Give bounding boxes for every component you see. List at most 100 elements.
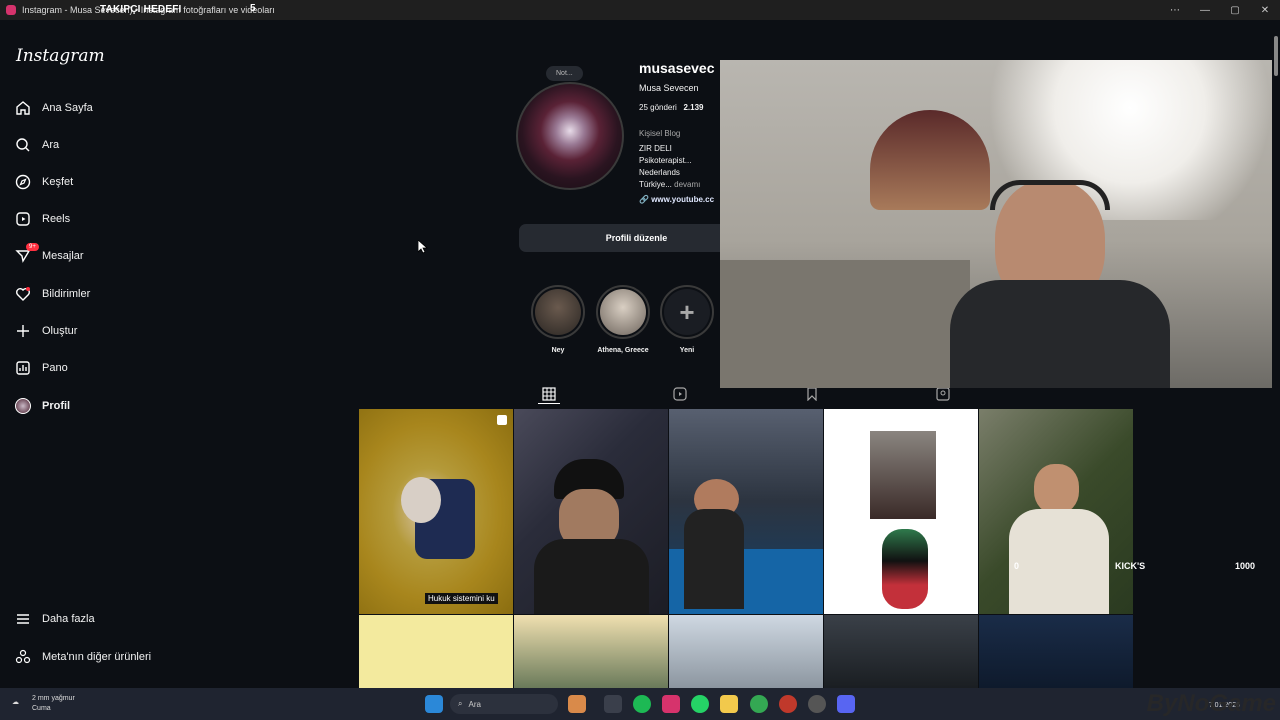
sidebar-item-explore[interactable]: Keşfet <box>14 170 73 194</box>
followers-count[interactable]: 2.139 <box>683 103 703 112</box>
post-face <box>1034 464 1079 514</box>
headphones <box>990 180 1110 210</box>
messenger-icon: 9+ <box>14 243 39 265</box>
more-icon[interactable]: ⋯ <box>1160 0 1190 20</box>
grid-post[interactable] <box>824 615 978 688</box>
sidebar-item-home[interactable]: Ana Sayfa <box>14 96 93 120</box>
profile-stats: 25 gönderi 2.139 <box>639 103 704 112</box>
watermark: ByNoGame <box>1146 690 1276 717</box>
tab-reels[interactable] <box>669 384 691 404</box>
search-icon: ⌕ <box>458 699 463 708</box>
page-scrollbar[interactable] <box>1272 20 1280 688</box>
sidebar-item-label: Bildirimler <box>42 288 91 300</box>
profile-note[interactable]: Not... <box>546 66 583 81</box>
grid-post[interactable] <box>669 615 823 688</box>
highlight-label: Ney <box>551 347 565 354</box>
grid-post[interactable] <box>824 409 978 614</box>
posts-count[interactable]: 25 gönderi <box>639 103 677 112</box>
reels-icon <box>673 387 687 401</box>
weather-line2: Cuma <box>32 705 51 712</box>
taskbar-search-label: Ara <box>468 699 481 709</box>
grid-post[interactable] <box>979 615 1133 688</box>
highlight-athena[interactable]: Athena, Greece <box>588 285 658 354</box>
sidebar-item-label: Meta'nın diğer ürünleri <box>42 651 152 663</box>
grid-post[interactable] <box>979 409 1133 614</box>
edit-profile-button[interactable]: Profili düzenle <box>519 224 754 252</box>
tagged-icon <box>936 387 950 401</box>
reels-icon <box>14 210 32 228</box>
tab-posts[interactable] <box>538 384 560 404</box>
plus-icon <box>14 322 32 340</box>
menu-icon <box>14 610 32 628</box>
mouse-cursor-icon <box>418 240 428 254</box>
dashboard-icon <box>14 359 32 377</box>
obs-icon[interactable] <box>808 695 826 713</box>
windows-start-icon[interactable] <box>425 695 443 713</box>
sidebar-item-more[interactable]: Daha fazla <box>14 607 95 631</box>
instagram-icon[interactable] <box>662 695 680 713</box>
desk <box>720 260 970 388</box>
sidebar-item-messages[interactable]: 9+ Mesajlar <box>14 243 84 268</box>
bookmark-icon <box>807 387 817 401</box>
profile-avatar[interactable] <box>516 82 624 190</box>
grid-post[interactable]: Hukuk sistemini ku <box>359 409 513 614</box>
profile-bio: ZIR DELI Psikoterapist... Nederlands Tür… <box>639 143 700 191</box>
post-caption: Hukuk sistemini ku <box>425 593 498 604</box>
overlay-left-value: 0 <box>1014 561 1020 571</box>
sidebar-item-profile[interactable]: Profil <box>14 394 70 418</box>
file-explorer-icon[interactable] <box>720 695 738 713</box>
highlight-ney[interactable]: Ney <box>523 285 593 354</box>
grid-post[interactable] <box>669 409 823 614</box>
minimize-icon[interactable]: — <box>1190 0 1220 20</box>
sidebar-item-meta[interactable]: Meta'nın diğer ürünleri <box>14 645 151 669</box>
bio-more-link[interactable]: devamı <box>674 180 700 189</box>
grid-post[interactable] <box>514 409 668 614</box>
highlight-label: Athena, Greece <box>597 347 649 354</box>
close-icon[interactable]: ✕ <box>1250 0 1280 20</box>
avatar-icon <box>14 397 32 415</box>
whatsapp-icon[interactable] <box>691 695 709 713</box>
bio-line: Psikoterapist... <box>639 156 692 165</box>
instagram-tab-icon <box>6 5 16 15</box>
bio-line: Türkiye... <box>639 180 672 189</box>
profile-username: musasevec <box>639 60 715 76</box>
app-icon[interactable] <box>568 695 586 713</box>
spotify-icon[interactable] <box>633 695 651 713</box>
highlight-ring: + <box>660 285 714 339</box>
highlight-cover <box>535 289 581 335</box>
sidebar-item-search[interactable]: Ara <box>14 133 59 157</box>
weather-line1: 2 mm yağmur <box>32 695 75 702</box>
profile-link[interactable]: 🔗 www.youtube.cc <box>639 195 714 204</box>
weather-widget[interactable]: ☁ 2 mm yağmur Cuma <box>12 694 75 714</box>
highlight-new[interactable]: + Yeni <box>652 285 722 354</box>
maximize-icon[interactable]: ▢ <box>1220 0 1250 20</box>
post-body <box>684 509 744 609</box>
chrome-icon[interactable] <box>750 695 768 713</box>
highlight-ring <box>531 285 585 339</box>
plus-icon: + <box>664 289 710 335</box>
sidebar-item-reels[interactable]: Reels <box>14 207 70 231</box>
discord-icon[interactable] <box>837 695 855 713</box>
video-icon <box>497 415 507 425</box>
task-view-icon[interactable] <box>604 695 622 713</box>
taskbar: ☁ 2 mm yağmur Cuma ⌕ Ara 7.01.2026 <box>0 688 1280 720</box>
app-icon[interactable] <box>779 695 797 713</box>
sidebar-item-notifications[interactable]: Bildirimler <box>14 282 90 306</box>
instagram-logo[interactable]: Instagram <box>16 46 105 66</box>
sidebar-item-create[interactable]: Oluştur <box>14 319 77 343</box>
sidebar-item-dashboard[interactable]: Pano <box>14 356 68 380</box>
post-photo-inset <box>870 431 936 519</box>
scrollbar-thumb[interactable] <box>1274 36 1278 76</box>
search-icon <box>14 136 32 154</box>
sidebar-item-label: Ara <box>42 139 60 151</box>
profile-category: Kişisel Blog <box>639 129 681 138</box>
taskbar-search[interactable]: ⌕ Ara <box>450 694 558 714</box>
window-titlebar: Instagram - Musa Sevecen) • Instagram fo… <box>0 0 1280 20</box>
grid-post[interactable] <box>359 615 513 688</box>
highlight-cover <box>600 289 646 335</box>
sidebar-item-label: Oluştur <box>42 325 78 337</box>
bio-line: Nederlands <box>639 168 680 177</box>
meta-products-icon <box>14 648 32 666</box>
grid-post[interactable] <box>514 615 668 688</box>
sidebar-item-label: Profil <box>42 400 71 412</box>
